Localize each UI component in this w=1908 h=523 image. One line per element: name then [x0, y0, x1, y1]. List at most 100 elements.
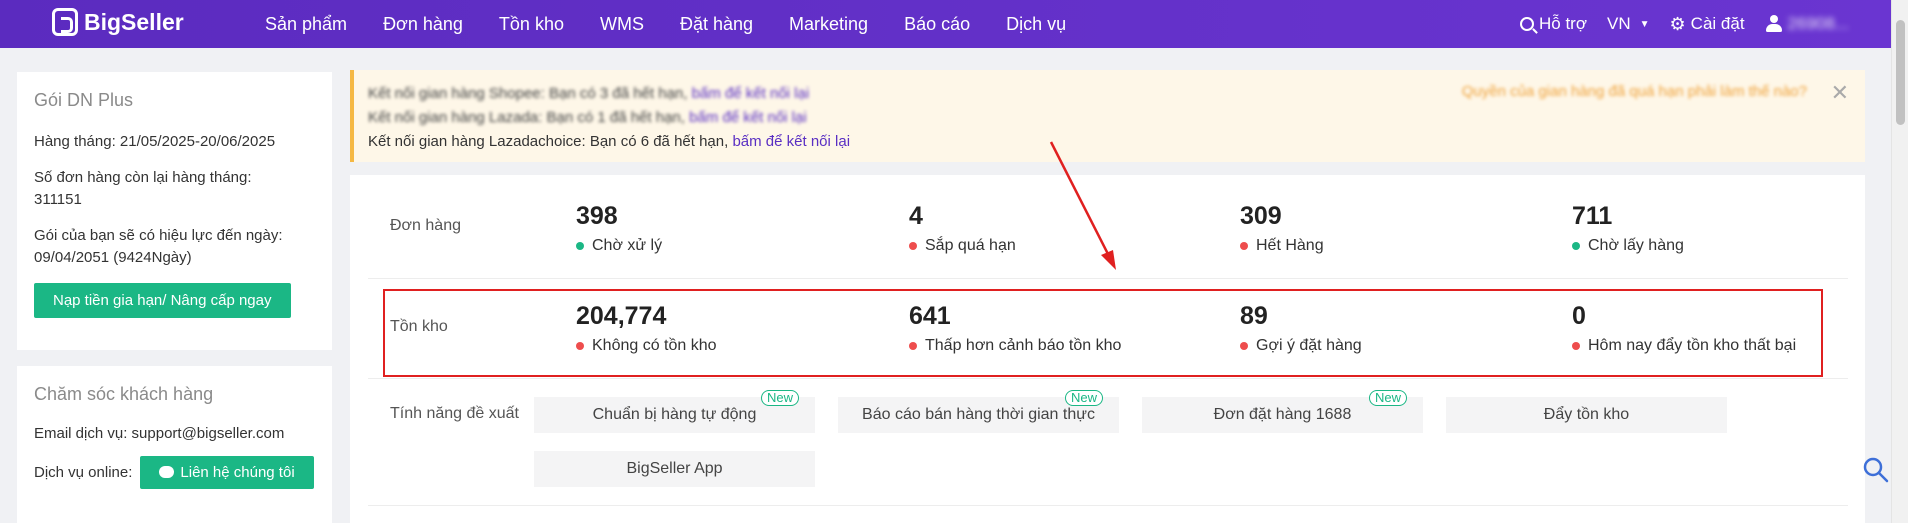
features-row-label: Tính năng đề xuất: [390, 405, 519, 422]
stat-value: 0: [1572, 302, 1586, 330]
stat-label: Chờ lấy hàng: [1588, 237, 1684, 254]
stat-label: Sắp quá hạn: [925, 237, 1016, 254]
alert-help-link[interactable]: Quyền của gian hàng đã quá hạn phải làm …: [1462, 83, 1807, 100]
brand-logo[interactable]: BigSeller: [52, 8, 184, 36]
user-menu[interactable]: 26908...: [1765, 14, 1849, 34]
inventory-stat-reorder-suggestion[interactable]: 89 Gợi ý đặt hàng: [1240, 301, 1362, 355]
nav-item-services[interactable]: Dịch vụ: [1006, 14, 1066, 35]
status-dot: [909, 242, 917, 250]
alert-line-text: Kết nối gian hàng Lazada: Bạn có 1 đã hế…: [368, 109, 690, 126]
feature-label: Đẩy tồn kho: [1543, 406, 1630, 423]
help-label: Hỗ trợ: [1539, 14, 1587, 33]
search-icon: [1520, 17, 1534, 31]
new-badge: New: [1368, 390, 1407, 406]
contact-us-button[interactable]: Liên hệ chúng tôi: [140, 456, 314, 489]
order-stat-pending[interactable]: 398 Chờ xử lý: [576, 201, 662, 255]
nav-item-marketing[interactable]: Marketing: [789, 14, 868, 35]
expired-store-alert: Kết nối gian hàng Shopee: Bạn có 3 đã hế…: [350, 70, 1865, 162]
language-select[interactable]: VN ▼: [1607, 14, 1650, 34]
status-dot: [1240, 342, 1248, 350]
care-online: Dịch vụ online: Liên hệ chúng tôi: [34, 456, 315, 489]
plan-monthly: Hàng tháng: 21/05/2025-20/06/2025: [34, 133, 276, 150]
floating-search-icon[interactable]: [1861, 455, 1891, 485]
feature-label: Báo cáo bán hàng thời gian thực: [862, 406, 1095, 423]
reconnect-link-lazadachoice[interactable]: bấm để kết nối lại: [732, 133, 850, 150]
feature-realtime-sales-report[interactable]: Báo cáo bán hàng thời gian thực New: [838, 390, 1119, 433]
status-dot: [1572, 242, 1580, 250]
validity-label: Gói của bạn sẽ có hiệu lực đến ngày:: [34, 227, 283, 244]
stat-label: Gợi ý đặt hàng: [1256, 337, 1362, 354]
page-scrollbar[interactable]: [1891, 0, 1908, 523]
user-name: 26908...: [1787, 14, 1849, 33]
settings-label: Cài đặt: [1690, 14, 1745, 33]
nav-item-orders[interactable]: Đơn hàng: [383, 14, 463, 35]
nav-item-inventory[interactable]: Tồn kho: [499, 14, 564, 35]
stat-value: 89: [1240, 302, 1268, 330]
stat-value: 204,774: [576, 302, 667, 330]
dashboard-panel: Đơn hàng 398 Chờ xử lý 4 Sắp quá hạn 309…: [350, 175, 1865, 523]
care-email: Email dịch vụ: support@bigseller.com: [34, 425, 285, 442]
contact-us-label: Liên hệ chúng tôi: [180, 464, 295, 481]
stat-value: 641: [909, 302, 951, 330]
bigseller-logo-icon: [52, 8, 78, 36]
reconnect-link-lazada[interactable]: bấm để kết nối lại: [689, 109, 807, 126]
plan-orders-left: Số đơn hàng còn lại hàng tháng: 311151: [34, 167, 315, 211]
validity-value: 09/04/2051 (9424Ngày): [34, 249, 192, 266]
feature-bigseller-app[interactable]: BigSeller App: [534, 451, 815, 487]
alert-line-text: Kết nối gian hàng Lazadachoice: Bạn có 6…: [368, 133, 733, 150]
language-label: VN: [1607, 14, 1631, 33]
user-icon: [1765, 15, 1783, 33]
nav-item-purchase[interactable]: Đặt hàng: [680, 14, 753, 35]
order-stat-near-overdue[interactable]: 4 Sắp quá hạn: [909, 201, 1016, 255]
alert-line-lazadachoice: Kết nối gian hàng Lazadachoice: Bạn có 6…: [368, 130, 1849, 154]
new-badge: New: [760, 390, 799, 406]
stat-value: 711: [1572, 202, 1613, 230]
divider: [368, 378, 1848, 379]
status-dot: [909, 342, 917, 350]
caret-down-icon: ▼: [1639, 18, 1650, 30]
status-dot: [1572, 342, 1580, 350]
close-icon[interactable]: ✕: [1831, 80, 1849, 106]
scrollbar-thumb[interactable]: [1896, 20, 1905, 125]
inventory-stat-low-stock[interactable]: 641 Thấp hơn cảnh báo tồn kho: [909, 301, 1121, 355]
feature-label: BigSeller App: [626, 460, 723, 477]
orders-left-label: Số đơn hàng còn lại hàng tháng:: [34, 169, 252, 186]
reconnect-link-shopee[interactable]: bấm để kết nối lại: [692, 85, 810, 102]
upgrade-button[interactable]: Nạp tiền gia hạn/ Nâng cấp ngay: [34, 283, 291, 318]
orders-row-label: Đơn hàng: [390, 217, 461, 234]
stat-label: Thấp hơn cảnh báo tồn kho: [925, 337, 1122, 354]
feature-1688-purchase[interactable]: Đơn đặt hàng 1688 New: [1142, 390, 1423, 433]
order-stat-out-of-stock[interactable]: 309 Hết Hàng: [1240, 201, 1324, 255]
plan-title: Gói DN Plus: [34, 90, 134, 110]
settings-link[interactable]: ⚙ Cài đặt: [1670, 14, 1745, 35]
stat-label: Không có tồn kho: [592, 337, 717, 354]
main-nav: Sản phẩm Đơn hàng Tồn kho WMS Đặt hàng M…: [265, 0, 1102, 48]
stat-label: Hết Hàng: [1256, 237, 1324, 254]
alert-line-text: Kết nối gian hàng Shopee: Bạn có 3 đã hế…: [368, 85, 692, 102]
plan-validity: Gói của bạn sẽ có hiệu lực đến ngày: 09/…: [34, 225, 315, 269]
feature-auto-prepare[interactable]: Chuẩn bị hàng tự động New: [534, 390, 815, 433]
inventory-row-label: Tồn kho: [390, 318, 448, 335]
nav-item-reports[interactable]: Báo cáo: [904, 14, 970, 35]
order-stat-awaiting-pickup[interactable]: 711 Chờ lấy hàng: [1572, 201, 1684, 255]
chat-icon: [159, 466, 175, 478]
stat-label: Chờ xử lý: [592, 237, 663, 254]
help-link[interactable]: Hỗ trợ: [1520, 14, 1587, 34]
plan-card: Gói DN Plus Hàng tháng: 21/05/2025-20/06…: [17, 72, 332, 350]
feature-push-stock[interactable]: Đẩy tồn kho: [1446, 397, 1727, 433]
alert-line-lazada: Kết nối gian hàng Lazada: Bạn có 1 đã hế…: [368, 106, 1849, 130]
inventory-stat-push-failed[interactable]: 0 Hôm nay đẩy tồn kho thất bại: [1572, 301, 1796, 355]
stat-value: 4: [909, 202, 923, 230]
status-dot: [576, 342, 584, 350]
nav-item-products[interactable]: Sản phẩm: [265, 14, 347, 35]
feature-label: Chuẩn bị hàng tự động: [592, 406, 757, 423]
top-navbar: BigSeller Sản phẩm Đơn hàng Tồn kho WMS …: [0, 0, 1891, 48]
nav-item-wms[interactable]: WMS: [600, 14, 644, 35]
right-nav: Hỗ trợ VN ▼ ⚙ Cài đặt 26908...: [1520, 0, 1849, 48]
stat-value: 309: [1240, 202, 1282, 230]
inventory-stat-no-stock[interactable]: 204,774 Không có tồn kho: [576, 301, 717, 355]
new-badge: New: [1064, 390, 1103, 406]
orders-left-value: 311151: [34, 191, 82, 208]
status-dot: [1240, 242, 1248, 250]
online-label: Dịch vụ online:: [34, 464, 133, 481]
